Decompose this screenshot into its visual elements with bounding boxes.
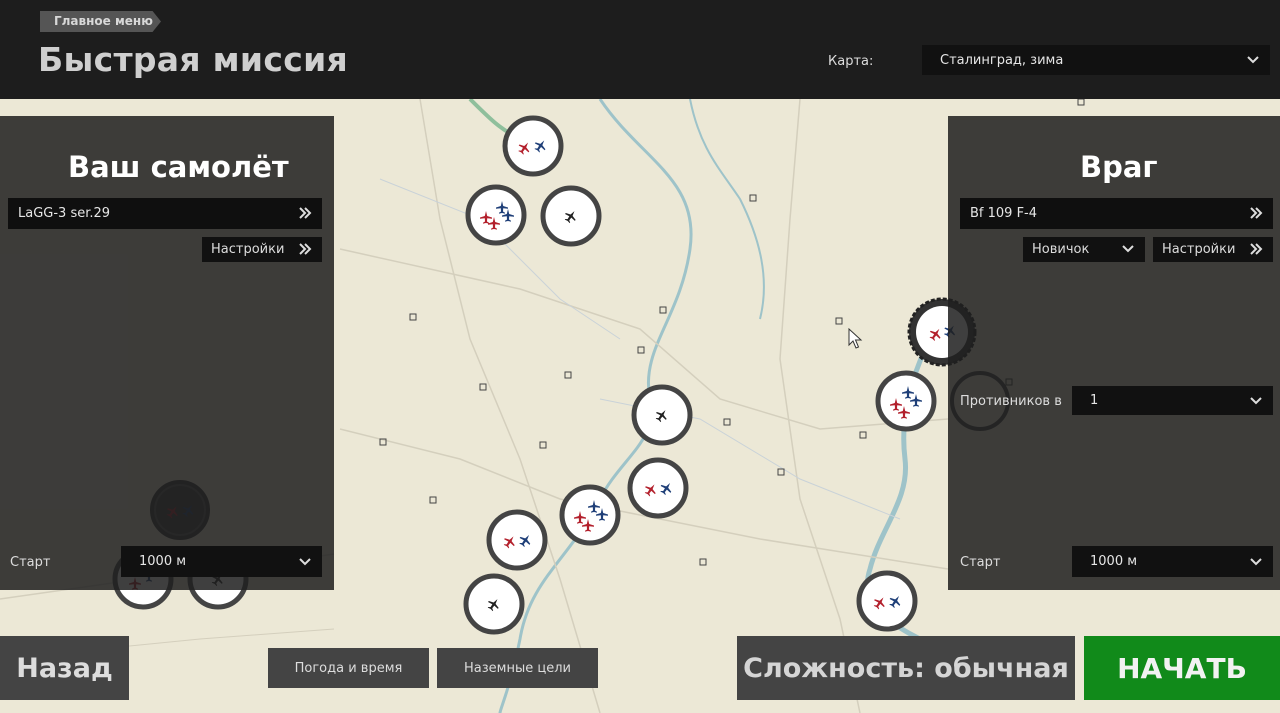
double-chevron-right-icon [1250, 243, 1263, 255]
enemy-panel: Враг Bf 109 F-4 Новичок Настройки Против… [948, 116, 1280, 590]
player-settings-label: Настройки [211, 242, 285, 257]
player-panel-title: Ваш самолёт [68, 150, 289, 184]
difficulty-button[interactable]: Сложность: обычная [737, 636, 1075, 700]
enemy-skill-value: Новичок [1032, 242, 1090, 257]
header: Главное меню Быстрая миссия Карта: Стали… [0, 0, 1280, 99]
breadcrumb-main-menu[interactable]: Главное меню [40, 11, 161, 32]
map-select-value: Сталинград, зима [940, 52, 1064, 68]
player-start-altitude-select[interactable]: 1000 м [121, 546, 322, 577]
weather-time-button[interactable]: Погода и время [268, 648, 429, 688]
player-aircraft-select[interactable]: LaGG-3 ser.29 [8, 198, 322, 229]
enemy-count-value: 1 [1090, 393, 1099, 408]
enemy-settings-label: Настройки [1162, 242, 1236, 257]
double-chevron-right-icon [299, 243, 312, 255]
player-aircraft-value: LaGG-3 ser.29 [18, 206, 111, 221]
enemy-panel-title: Враг [1080, 150, 1158, 184]
chevron-down-icon [1250, 557, 1262, 565]
enemy-start-label: Старт [960, 555, 1001, 570]
enemy-start-altitude-select[interactable]: 1000 м [1072, 546, 1273, 577]
map-label: Карта: [828, 54, 874, 69]
enemy-aircraft-value: Bf 109 F-4 [970, 206, 1038, 221]
ground-targets-button[interactable]: Наземные цели [437, 648, 598, 688]
enemy-count-label: Противников в [960, 394, 1062, 409]
page-title: Быстрая миссия [38, 40, 348, 79]
chevron-down-icon [1247, 56, 1259, 64]
double-chevron-right-icon [1250, 207, 1263, 219]
player-settings-button[interactable]: Настройки [202, 237, 322, 262]
enemy-count-select[interactable]: 1 [1072, 386, 1273, 415]
chevron-down-icon [1250, 396, 1262, 404]
player-start-label: Старт [10, 555, 51, 570]
map-select[interactable]: Сталинград, зима [922, 45, 1270, 75]
back-button[interactable]: Назад [0, 636, 129, 700]
chevron-down-icon [1122, 245, 1134, 253]
mouse-cursor-icon [848, 328, 863, 349]
enemy-aircraft-select[interactable]: Bf 109 F-4 [960, 198, 1273, 229]
start-mission-button[interactable]: НАЧАТЬ [1084, 636, 1280, 700]
double-chevron-right-icon [299, 207, 312, 219]
player-aircraft-panel: Ваш самолёт LaGG-3 ser.29 Настройки Стар… [0, 116, 334, 590]
enemy-skill-select[interactable]: Новичок [1023, 237, 1145, 262]
enemy-start-altitude-value: 1000 м [1090, 554, 1138, 569]
player-start-altitude-value: 1000 м [139, 554, 187, 569]
enemy-settings-button[interactable]: Настройки [1153, 237, 1273, 262]
chevron-down-icon [299, 557, 311, 565]
